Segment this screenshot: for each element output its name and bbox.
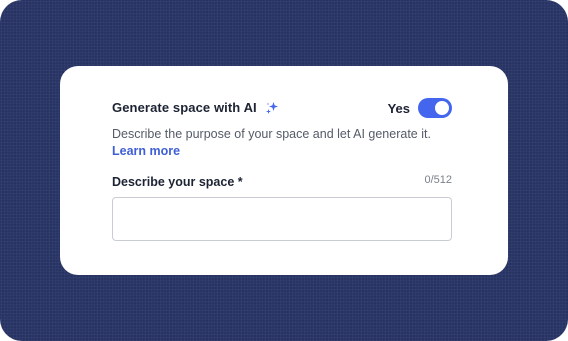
space-description-input[interactable] (112, 197, 452, 241)
character-counter: 0/512 (424, 174, 452, 186)
title-row: Generate space with AI (112, 100, 279, 115)
card-title: Generate space with AI (112, 100, 257, 115)
space-description-label: Describe your space * (112, 175, 243, 189)
sparkle-icon (265, 101, 279, 115)
learn-more-link[interactable]: Learn more (112, 143, 180, 160)
toggle-label: Yes (387, 100, 410, 116)
ai-generate-card: Generate space with AI Yes Describe the … (60, 66, 508, 275)
ai-toggle-group: Yes (388, 98, 452, 118)
ai-toggle-switch[interactable] (418, 98, 452, 118)
backdrop: Generate space with AI Yes Describe the … (0, 0, 568, 341)
description-text: Describe the purpose of your space and l… (112, 127, 431, 141)
toggle-knob (435, 101, 449, 115)
